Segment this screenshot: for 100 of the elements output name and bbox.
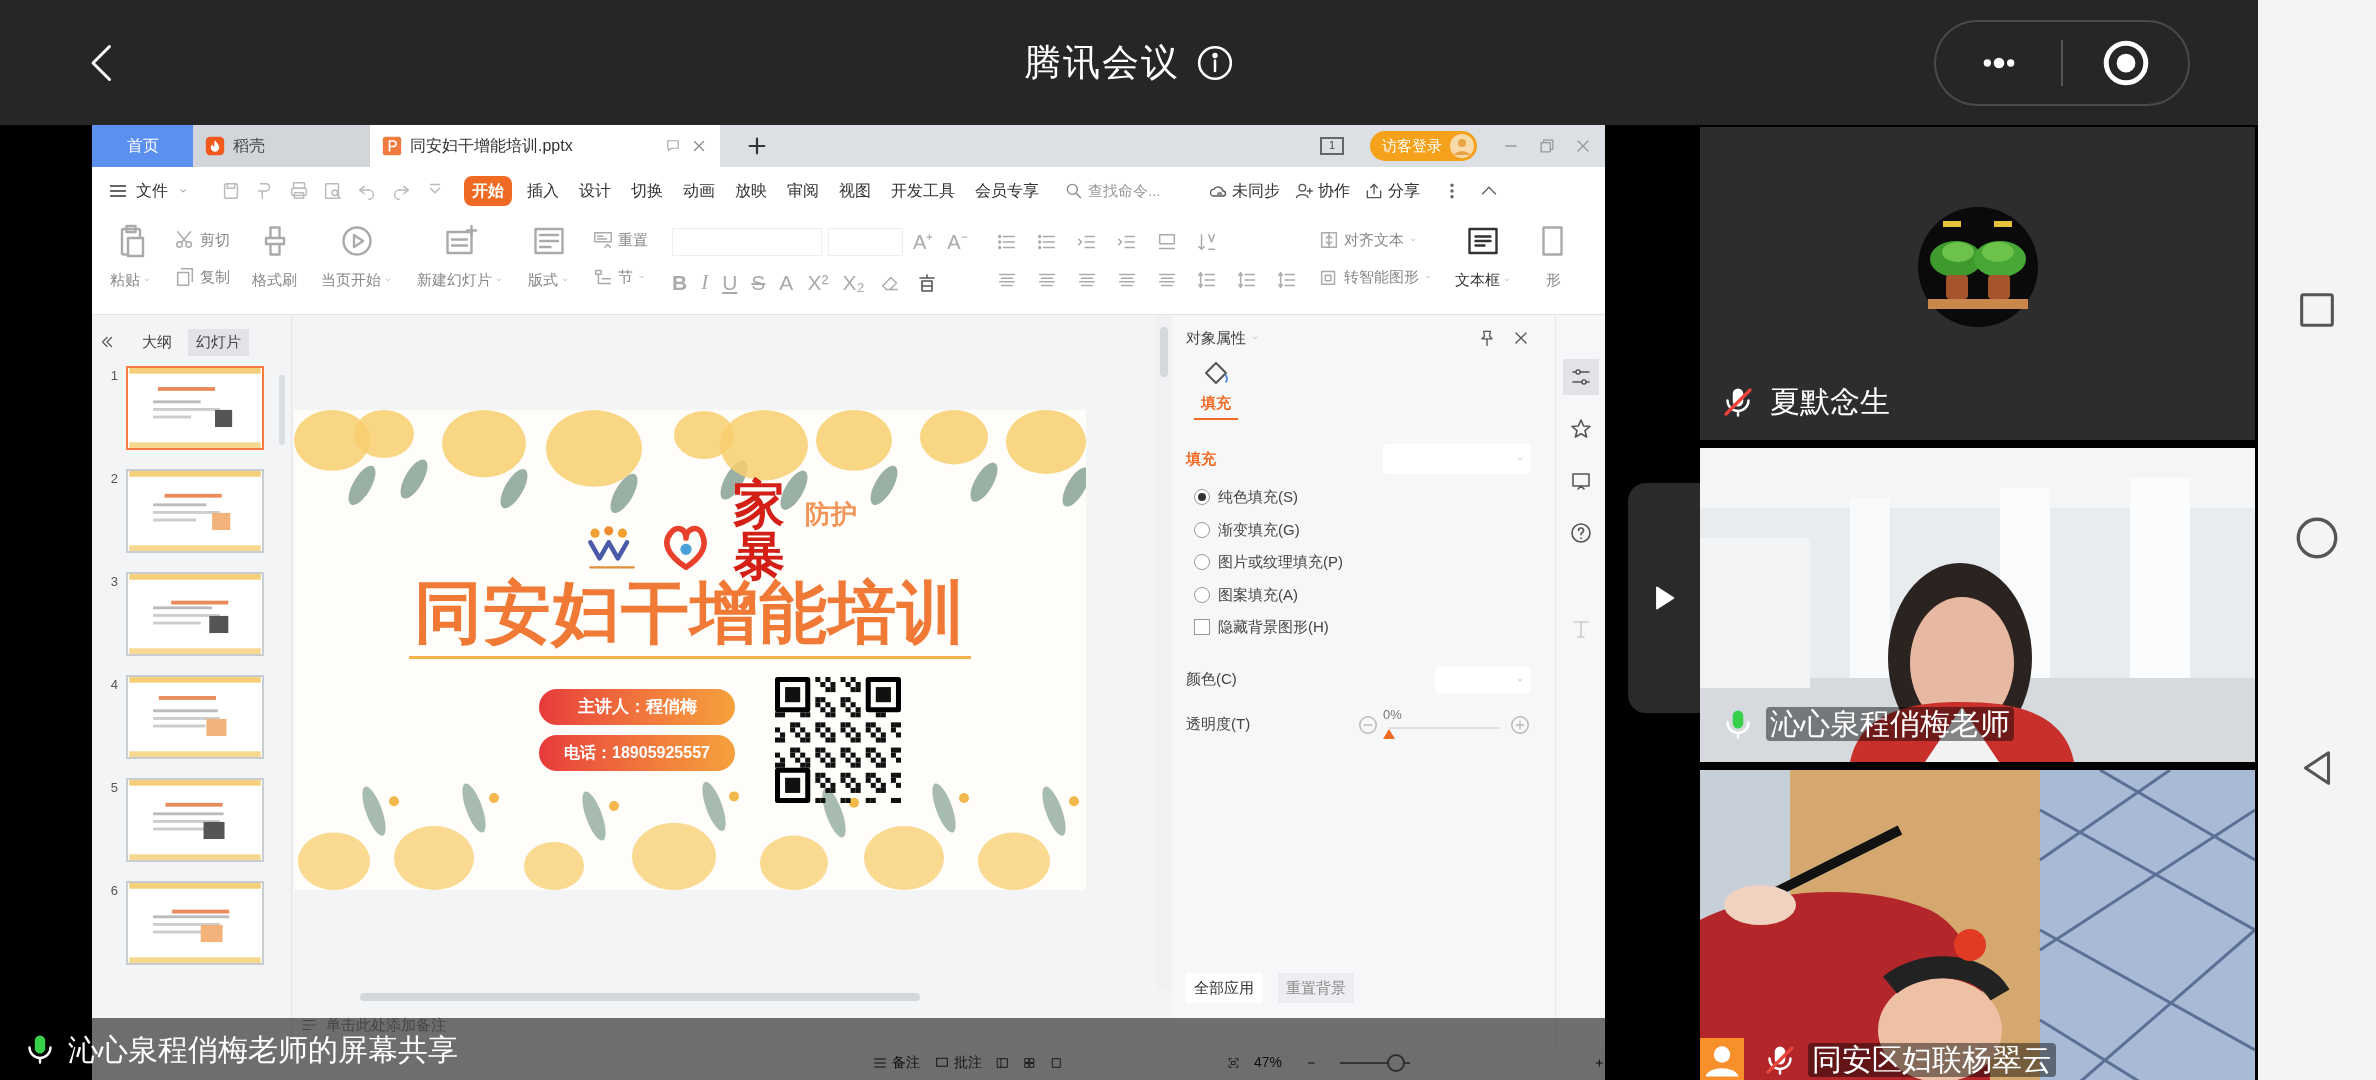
new-tab-icon[interactable] [746,135,768,157]
ribbon-tab[interactable]: 会员专享 [972,179,1042,203]
ribbon-button[interactable]: 对齐文本 [1317,229,1433,252]
ribbon-tab[interactable]: 审阅 [784,179,822,203]
minus-icon[interactable] [1357,713,1379,736]
line-spacing-icon[interactable] [1195,269,1218,291]
ribbon-button[interactable]: 版式 [516,223,582,292]
field-label: 颜色(C) [1186,669,1237,690]
page-indicator[interactable]: 1 [1320,137,1344,155]
option-label: 图片或纹理填充(P) [1218,552,1343,572]
document-tab[interactable]: 同安妇干增能培训.pptx [370,125,720,167]
toolbar-button[interactable]: 分享 [1364,179,1420,203]
slide-thumbnail[interactable] [126,571,264,656]
flame-logo-icon [205,136,225,156]
format-button[interactable]: X₂ [842,267,865,299]
ribbon-button[interactable]: 当页开始 [309,223,405,292]
ribbon-button[interactable]: 文本框 [1442,223,1524,292]
checkbox[interactable] [1194,619,1210,636]
toolbar-button[interactable]: 协作 [1294,179,1350,203]
document-tab[interactable]: 首页 [92,125,193,167]
slide-number: 5 [109,778,119,797]
sort-icon[interactable] [1195,231,1218,253]
file-menu[interactable]: 文件 [108,179,190,203]
slider-reading: 0% [1383,706,1402,723]
pane-tab[interactable]: 幻灯片 [188,329,249,356]
ribbon-button[interactable]: 形 [1523,223,1584,292]
slide-number: 6 [109,881,119,900]
zoom-level[interactable]: 47% [1254,1052,1283,1073]
spacing-options-icon[interactable] [1275,269,1298,291]
font-size-button[interactable]: A⁻ [943,227,972,257]
ribbon-tab[interactable]: 切换 [628,179,666,203]
ribbon-tab[interactable]: 插入 [524,179,562,203]
login-button[interactable]: 访客登录 [1370,131,1477,161]
ribbon-tab[interactable]: 视图 [836,179,874,203]
format-button[interactable]: I [701,267,709,299]
color-dropdown[interactable] [1435,666,1531,693]
format-button[interactable]: U [722,267,738,299]
status-button[interactable]: 备注 [872,1052,920,1073]
screen-share-label: 沁心泉程俏梅老师的屏幕共享 [68,1032,458,1068]
format-button[interactable]: X² [807,267,829,299]
plus-icon[interactable] [1509,713,1531,736]
format-button[interactable]: B [672,267,688,299]
field-label: 透明度(T) [1186,714,1251,735]
ribbon-tab[interactable]: 放映 [732,179,770,203]
slide-number: 2 [109,469,119,488]
ribbon-tab[interactable]: 开发工具 [888,179,958,203]
ribbon-tab[interactable]: 开始 [464,176,512,206]
radio-button[interactable] [1194,586,1210,603]
search-field[interactable]: 查找命令... [1064,179,1178,203]
copy-icon [174,265,196,288]
radio-button[interactable] [1194,489,1210,506]
option-label: 渐变填充(G) [1218,519,1300,540]
phone-label: 电话：18905925557 [539,735,735,771]
paragraph-spacing-icon[interactable] [1235,269,1258,291]
scrollbar-thumb[interactable] [360,993,920,1001]
share-icon [1364,181,1384,201]
slide-thumbnail[interactable] [126,468,264,553]
slide-number: 4 [109,675,119,694]
ribbon-tab[interactable]: 设计 [576,179,614,203]
ribbon-button[interactable]: 剪切 [174,229,230,252]
slide-thumbnail[interactable] [126,365,264,450]
participant-name: 夏默念生 [1769,385,1891,419]
document-tab[interactable]: 稻壳 [193,125,370,167]
ribbon-button[interactable]: 复制 [174,265,230,288]
print-preview-icon[interactable] [322,180,344,202]
ribbon-button[interactable]: 转智能图形 [1317,265,1433,288]
ribbon-tab[interactable]: 动画 [680,179,718,203]
participant-name: 同安区妇联杨翠云 [1808,1043,2056,1077]
fill-tab[interactable]: 填充 [1194,357,1238,420]
star-icon[interactable] [1568,417,1593,441]
ribbon-button[interactable]: 节 [592,265,648,288]
format-button[interactable]: A [779,267,794,299]
status-button[interactable]: 批注 [934,1052,982,1073]
panel-button[interactable]: 全部应用 [1186,972,1262,1003]
presentation-file-icon [382,136,402,156]
panel-title-menu[interactable]: 对象属性 [1186,327,1260,350]
format-button[interactable]: S [751,267,766,299]
slide-thumbnail[interactable] [126,674,264,759]
pane-tab[interactable]: 大纲 [138,329,176,356]
option-label: 隐藏背景图形(H) [1218,617,1329,637]
ribbon-button[interactable]: 重置 [592,229,648,252]
speaker-label: 主讲人：程俏梅 [539,689,735,725]
option-label: 纯色填充(S) [1218,487,1298,507]
font-size-button[interactable]: A⁺ [909,227,938,257]
radio-button[interactable] [1194,554,1210,571]
slider-thumb[interactable] [1386,1053,1405,1072]
help-icon[interactable] [1568,521,1593,545]
radio-button[interactable] [1194,521,1210,538]
toolbar-button[interactable]: 未同步 [1208,179,1280,203]
ribbon-button[interactable]: 粘贴 [98,223,164,292]
ribbon-button[interactable]: 新建幻灯片 [405,223,516,292]
print-icon[interactable] [288,180,310,202]
collaborate-icon [1294,181,1314,201]
scrollbar-thumb[interactable] [1160,327,1168,377]
slide-thumbnail[interactable] [126,880,264,965]
ribbon-button[interactable]: 格式刷 [240,223,309,292]
info-icon[interactable] [1196,43,1234,82]
slider-thumb[interactable] [1383,728,1395,739]
slide-thumbnail[interactable] [126,777,264,862]
panel-toggle-button[interactable] [1628,482,1700,713]
